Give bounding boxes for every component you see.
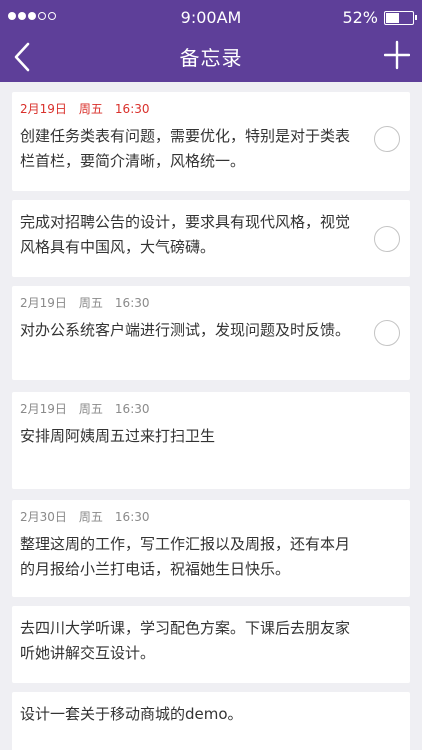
memo-text: 完成对招聘公告的设计，要求具有现代风格，视觉风格具有中国风，大气磅礴。 (20, 213, 351, 256)
app-header: 9:00AM 52% 备忘录 (0, 0, 422, 82)
memo-weekday: 周五 (78, 510, 103, 524)
memo-text: 对办公系统客户端进行测试，发现问题及时反馈。 (20, 321, 351, 339)
battery-icon (384, 10, 417, 25)
memo-datetime: 2月19日 周五 16:30 (20, 400, 356, 418)
memo-date: 2月19日 (20, 102, 67, 116)
add-memo-button[interactable] (384, 40, 410, 70)
complete-checkbox[interactable] (374, 320, 400, 346)
memo-date: 2月19日 (20, 402, 67, 416)
memo-time: 16:30 (114, 102, 150, 116)
memo-datetime: 2月19日 周五 16:30 (20, 100, 356, 118)
battery-percent: 52% (342, 8, 378, 27)
memo-text: 设计一套关于移动商城的demo。 (20, 705, 243, 723)
memo-weekday: 周五 (78, 402, 103, 416)
memo-text: 去四川大学听课，学习配色方案。下课后去朋友家听她讲解交互设计。 (20, 619, 351, 662)
memo-card[interactable]: 完成对招聘公告的设计，要求具有现代风格，视觉风格具有中国风，大气磅礴。 (12, 200, 410, 277)
memo-card[interactable]: 去四川大学听课，学习配色方案。下课后去朋友家听她讲解交互设计。 (12, 606, 410, 683)
memo-weekday: 周五 (78, 296, 103, 310)
status-bar: 9:00AM 52% (0, 0, 422, 34)
memo-date: 2月30日 (20, 510, 67, 524)
memo-card[interactable]: 2月19日 周五 16:30 安排周阿姨周五过来打扫卫生 (12, 392, 410, 489)
memo-date: 2月19日 (20, 296, 67, 310)
memo-time: 16:30 (114, 510, 150, 524)
memo-weekday: 周五 (78, 102, 103, 116)
complete-checkbox[interactable] (374, 126, 400, 152)
memo-time: 16:30 (114, 402, 150, 416)
memo-text: 整理这周的工作，写工作汇报以及周报，还有本月的月报给小兰打电话，祝福她生日快乐。 (20, 535, 351, 578)
memo-card[interactable]: 2月19日 周五 16:30 创建任务类表有问题，需要优化，特别是对于类表栏首栏，要简… (12, 92, 410, 191)
memo-card[interactable]: 2月30日 周五 16:30 整理这周的工作，写工作汇报以及周报，还有本月的月报给小兰… (12, 500, 410, 597)
memo-card[interactable]: 2月19日 周五 16:30 对办公系统客户端进行测试，发现问题及时反馈。 (12, 286, 410, 380)
nav-bar: 备忘录 (0, 34, 422, 82)
memo-datetime: 2月19日 周五 16:30 (20, 294, 356, 312)
memo-card[interactable]: 设计一套关于移动商城的demo。 (12, 692, 410, 750)
memo-text: 安排周阿姨周五过来打扫卫生 (20, 427, 216, 445)
battery-status: 52% (342, 8, 417, 27)
memo-time: 16:30 (114, 296, 150, 310)
memo-text: 创建任务类表有问题，需要优化，特别是对于类表栏首栏，要简介清晰，风格统一。 (20, 127, 351, 170)
page-title: 备忘录 (179, 46, 243, 70)
plus-icon (384, 40, 410, 70)
complete-checkbox[interactable] (374, 226, 400, 252)
memo-datetime: 2月30日 周五 16:30 (20, 508, 356, 526)
